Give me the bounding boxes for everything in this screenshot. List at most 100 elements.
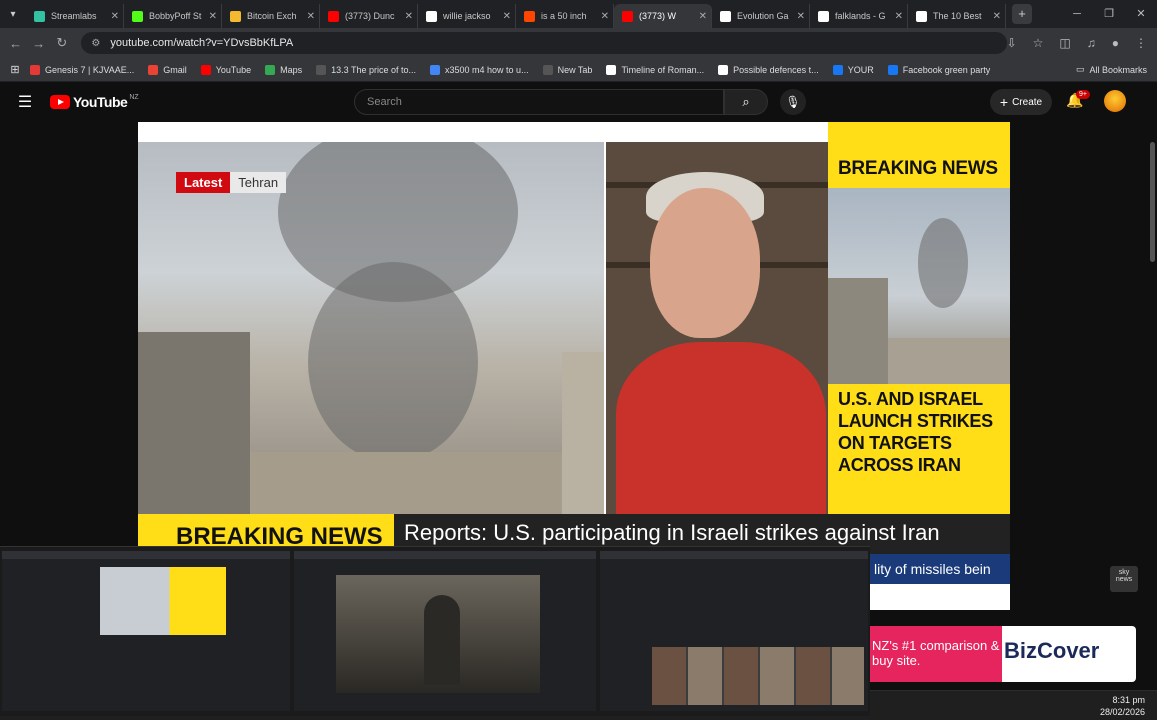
create-button[interactable]: + Create <box>990 89 1052 115</box>
browser-tab[interactable]: falklands - G ✕ <box>810 4 908 28</box>
minimize-icon[interactable]: ─ <box>1061 0 1093 28</box>
bookmark-item[interactable]: Gmail <box>148 64 187 75</box>
browser-tab[interactable]: is a 50 inch ✕ <box>516 4 614 28</box>
tab-close-icon[interactable]: ✕ <box>797 11 805 22</box>
new-tab-button[interactable]: + <box>1012 4 1032 24</box>
country-code: NZ <box>129 93 139 101</box>
tab-favicon-icon <box>34 10 45 22</box>
bookmark-favicon-icon <box>430 64 441 75</box>
install-app-icon[interactable]: ⇩ <box>1007 36 1017 50</box>
notification-badge: 9+ <box>1076 90 1090 99</box>
tab-close-icon[interactable]: ✕ <box>111 11 119 22</box>
bookmark-favicon-icon <box>718 64 729 75</box>
clock-time: 8:31 pm <box>1112 695 1145 705</box>
address-bar[interactable]: ⚙ youtube.com/watch?v=YDvsBbKfLPA <box>81 32 1007 54</box>
reload-icon[interactable]: ↻ <box>50 35 73 51</box>
browser-tab[interactable]: (3773) W ✕ <box>614 4 712 28</box>
all-bookmarks-label: All Bookmarks <box>1089 64 1147 75</box>
bookmark-item[interactable]: New Tab <box>542 64 592 75</box>
maximize-icon[interactable]: ❐ <box>1093 0 1125 28</box>
youtube-play-icon <box>50 95 70 109</box>
toolbar-icons: ⇩ ☆ ◫ ♫ ● ⋮ <box>1007 36 1157 50</box>
tab-search-icon[interactable]: ▾ <box>0 0 26 28</box>
voice-search-button[interactable]: 🎙 <box>780 89 806 115</box>
browser-tab[interactable]: The 10 Best ✕ <box>908 4 1006 28</box>
bookmark-star-icon[interactable]: ☆ <box>1033 36 1044 50</box>
profile-icon[interactable]: ● <box>1112 36 1119 50</box>
sky-news-logo: sky news <box>1110 566 1138 592</box>
tab-close-icon[interactable]: ✕ <box>601 11 609 22</box>
scrollbar-thumb[interactable] <box>1150 142 1155 262</box>
search-input[interactable]: Search <box>354 89 724 115</box>
ad-brand: BizCover <box>1004 638 1100 663</box>
tab-close-icon[interactable]: ✕ <box>895 11 903 22</box>
strike-photo <box>828 188 1010 384</box>
preview-titlebar <box>294 551 596 559</box>
tab-close-icon[interactable]: ✕ <box>503 11 511 22</box>
building <box>138 332 250 514</box>
url-text: youtube.com/watch?v=YDvsBbKfLPA <box>110 37 294 49</box>
browser-tab[interactable]: willie jackso ✕ <box>418 4 516 28</box>
sub-ticker-text: lity of missiles bein <box>868 554 1010 584</box>
browser-tab[interactable]: Evolution Ga ✕ <box>712 4 810 28</box>
youtube-logo-text: YouTube <box>73 94 128 110</box>
tab-close-icon[interactable]: ✕ <box>699 11 707 22</box>
bookmark-item[interactable]: Timeline of Roman... <box>606 64 705 75</box>
bookmark-label: Maps <box>280 64 303 75</box>
bookmark-item[interactable]: YOUR <box>832 64 874 75</box>
bookmark-label: YOUR <box>847 64 874 75</box>
tab-close-icon[interactable]: ✕ <box>307 11 315 22</box>
preview-streamlabs[interactable] <box>2 551 290 711</box>
forward-icon[interactable]: → <box>27 36 50 51</box>
tab-close-icon[interactable]: ✕ <box>209 11 217 22</box>
page-scrollbar[interactable] <box>1148 122 1157 680</box>
bookmark-favicon-icon <box>30 64 40 75</box>
preview-image-grid <box>652 647 864 705</box>
latest-tag: Latest <box>176 172 231 193</box>
extensions-icon[interactable]: ◫ <box>1059 36 1070 50</box>
avatar[interactable] <box>1104 90 1126 112</box>
building <box>828 278 888 384</box>
browser-tab[interactable]: Bitcoin Exch ✕ <box>222 4 320 28</box>
bookmark-item[interactable]: YouTube <box>200 64 251 75</box>
search-button[interactable]: ⌕ <box>724 89 768 115</box>
window-controls: ─ ❐ ✕ <box>1061 0 1157 28</box>
system-clock[interactable]: 8:31 pm 28/02/2026 <box>1100 694 1145 718</box>
browser-tab[interactable]: (3773) Dunc ✕ <box>320 4 418 28</box>
tab-favicon-icon <box>426 10 437 22</box>
close-window-icon[interactable]: ✕ <box>1125 0 1157 28</box>
site-info-icon[interactable]: ⚙ <box>91 38 100 49</box>
bookmark-favicon-icon <box>148 64 159 75</box>
bookmark-item[interactable]: Maps <box>265 64 303 75</box>
menu-icon[interactable]: ⋮ <box>1135 36 1147 50</box>
youtube-header: ☰ YouTube NZ Search ⌕ 🎙 + Create 🔔 9+ <box>0 82 1157 122</box>
bizcover-ad[interactable]: NZ's #1 comparison & buy site. BizCover <box>862 626 1136 682</box>
tab-close-icon[interactable]: ✕ <box>405 11 413 22</box>
bookmark-label: Gmail <box>163 64 187 75</box>
breaking-news-header: BREAKING NEWS <box>838 158 998 179</box>
mini-video-thumbnail <box>100 567 226 635</box>
bookmark-item[interactable]: Genesis 7 | KJVAAE... <box>30 64 134 75</box>
apps-grid-icon[interactable]: ⊞ <box>0 63 30 76</box>
hamburger-menu-icon[interactable]: ☰ <box>0 92 50 112</box>
media-controls-icon[interactable]: ♫ <box>1087 36 1096 50</box>
tab-title: willie jackso <box>443 11 491 21</box>
bookmark-item[interactable]: 13.3 The price of to... <box>316 64 416 75</box>
bookmark-label: Timeline of Roman... <box>621 64 705 75</box>
ticker-text: Reports: U.S. participating in Israeli s… <box>404 520 940 545</box>
tab-title: (3773) Dunc <box>345 11 395 21</box>
tab-favicon-icon <box>524 10 535 22</box>
bookmark-item[interactable]: Facebook green party <box>887 64 990 75</box>
browser-tab[interactable]: BobbyPoff St ✕ <box>124 4 222 28</box>
back-icon[interactable]: ← <box>4 36 27 51</box>
video-player[interactable]: Latest Tehran BREAKING NEWS U.S. AND ISR… <box>138 122 1010 610</box>
latest-label: Latest Tehran <box>176 172 287 193</box>
tab-close-icon[interactable]: ✕ <box>993 11 1001 22</box>
tab-favicon-icon <box>230 10 241 22</box>
bookmark-item[interactable]: Possible defences t... <box>718 64 819 75</box>
tab-title: is a 50 inch <box>541 11 587 21</box>
all-bookmarks-button[interactable]: ▭ All Bookmarks <box>1076 64 1147 75</box>
bookmark-item[interactable]: x3500 m4 how to u... <box>430 64 529 75</box>
browser-tab[interactable]: Streamlabs ✕ <box>26 4 124 28</box>
youtube-logo[interactable]: YouTube NZ <box>50 94 139 110</box>
